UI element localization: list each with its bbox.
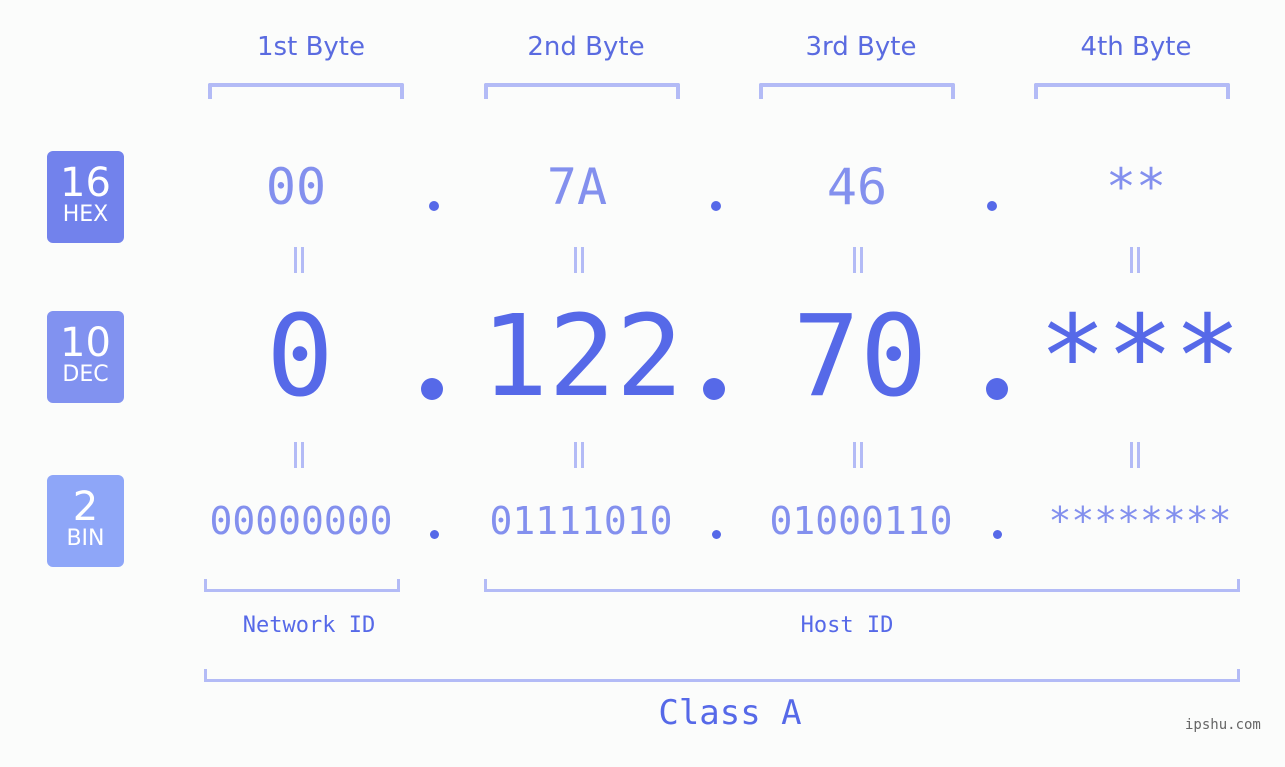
byte-bracket-4: [1034, 83, 1230, 99]
equals-icon: [851, 442, 865, 468]
equals-icon: [292, 247, 306, 273]
byte-bracket-3: [759, 83, 955, 99]
byte-bracket-2: [484, 83, 680, 99]
dec-byte-2: 122: [480, 292, 684, 422]
dec-badge-number: 10: [60, 320, 111, 366]
hex-dot-3: [987, 201, 997, 211]
bin-byte-4: ********: [1048, 499, 1232, 543]
hex-byte-1: 00: [265, 158, 327, 216]
equals-icon: [292, 442, 306, 468]
bin-dot-3: [993, 530, 1002, 539]
dec-dot-2: [703, 378, 725, 400]
hex-dot-1: [429, 201, 439, 211]
bin-byte-3: 01000110: [769, 499, 953, 543]
dec-dot-1: [421, 378, 443, 400]
equals-icon: [851, 247, 865, 273]
byte-header-3: 3rd Byte: [805, 32, 917, 62]
dec-badge: 10 DEC: [47, 311, 124, 403]
bin-badge-number: 2: [72, 484, 99, 530]
dec-badge-label: DEC: [62, 362, 109, 387]
hex-badge-number: 16: [60, 160, 111, 206]
hex-dot-2: [711, 201, 721, 211]
bin-byte-1: 00000000: [209, 499, 393, 543]
bin-dot-1: [430, 530, 439, 539]
class-label: Class A: [658, 693, 802, 733]
equals-icon: [572, 247, 586, 273]
network-id-bracket: [204, 579, 400, 592]
bin-dot-2: [712, 530, 721, 539]
byte-bracket-1: [208, 83, 404, 99]
equals-icon: [1128, 442, 1142, 468]
byte-header-1: 1st Byte: [257, 32, 365, 62]
host-id-bracket: [484, 579, 1240, 592]
hex-badge-label: HEX: [62, 202, 109, 227]
hex-badge: 16 HEX: [47, 151, 124, 243]
bin-badge: 2 BIN: [47, 475, 124, 567]
dec-byte-1: 0: [266, 292, 334, 422]
dec-dot-3: [986, 378, 1008, 400]
bin-badge-label: BIN: [66, 526, 105, 551]
equals-icon: [572, 442, 586, 468]
host-id-label: Host ID: [800, 613, 894, 638]
hex-byte-3: 46: [826, 158, 888, 216]
class-bracket: [204, 669, 1240, 682]
bin-byte-2: 01111010: [489, 499, 673, 543]
equals-icon: [1128, 247, 1142, 273]
dec-byte-3: 70: [792, 292, 928, 422]
byte-header-4: 4th Byte: [1080, 32, 1192, 62]
dec-byte-4: ***: [1038, 292, 1242, 422]
hex-byte-2: 7A: [546, 158, 608, 216]
hex-byte-4: **: [1105, 158, 1167, 216]
watermark: ipshu.com: [1185, 717, 1261, 733]
byte-header-2: 2nd Byte: [527, 32, 645, 62]
network-id-label: Network ID: [242, 613, 376, 638]
